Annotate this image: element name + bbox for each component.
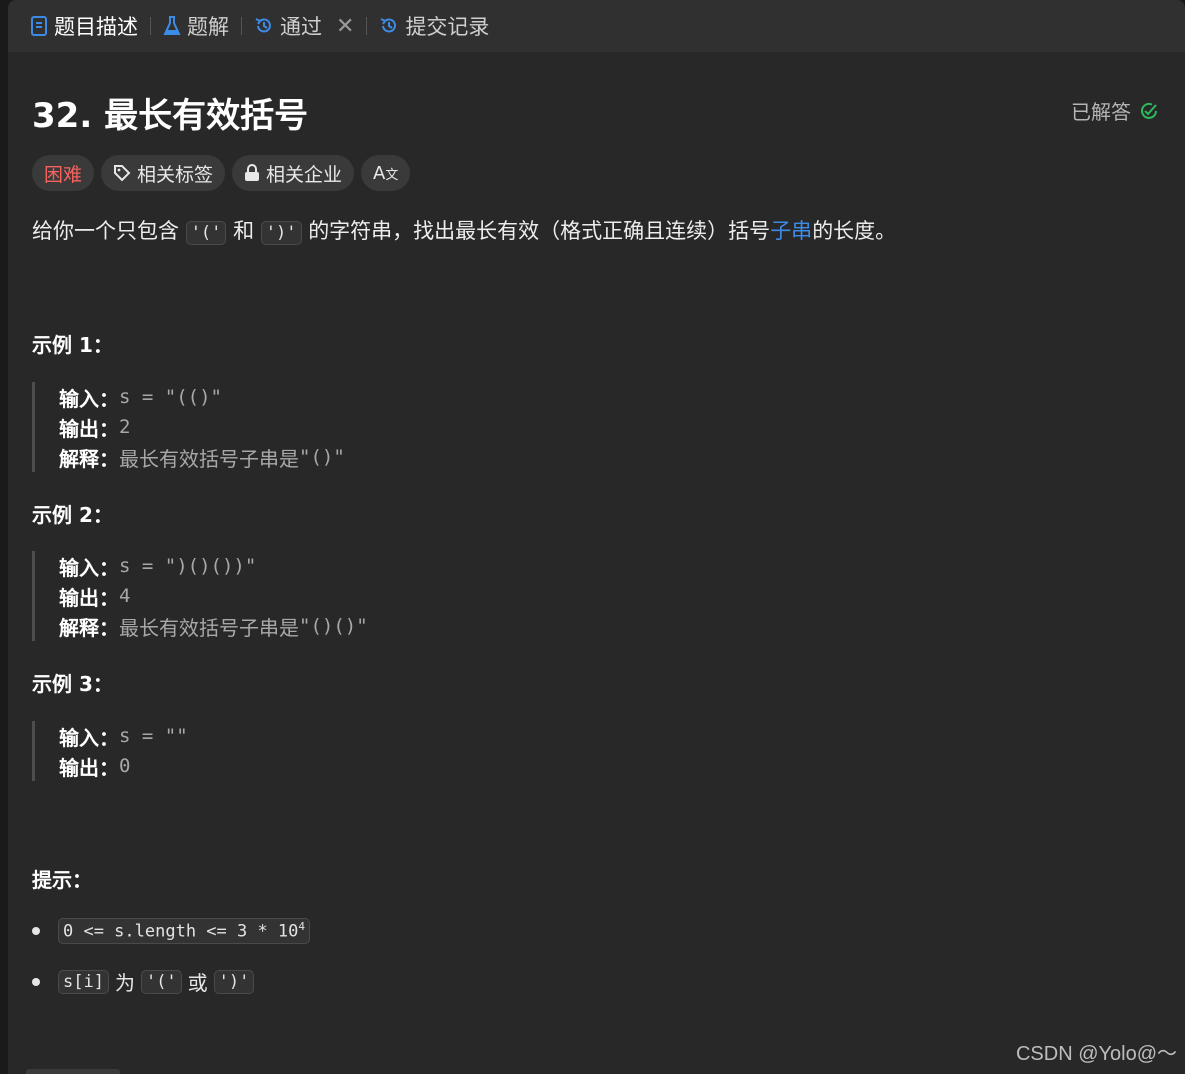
document-icon	[30, 16, 48, 36]
example-1-block: 输入： s = "(()" 输出： 2 解释： 最长有效括号子串是 "()"	[32, 382, 345, 472]
companies-button[interactable]: 相关企业	[232, 155, 355, 191]
example-explanation: 解释： 最长有效括号子串是 "()()"	[59, 615, 368, 640]
tab-divider	[241, 17, 242, 35]
topic-tags-button[interactable]: 相关标签	[101, 155, 226, 191]
tab-label: 提交记录	[405, 15, 490, 39]
inline-code: '('	[185, 221, 227, 245]
constraint-item: s[i] 为 '(' 或 ')'	[32, 967, 255, 996]
example-1-title: 示例 1：	[32, 333, 113, 357]
bullet-dot	[32, 977, 40, 986]
history-icon	[379, 16, 399, 36]
problem-description: 给你一个只包含 '(' 和 ')' 的字符串，找出最长有效（格式正确且连续）括号…	[32, 219, 897, 245]
example-3-block: 输入： s = "" 输出： 0	[32, 721, 188, 781]
inline-code: ')'	[213, 969, 255, 994]
tab-description[interactable]: 题目描述	[30, 11, 138, 41]
inline-code: s[i]	[58, 969, 109, 994]
example-2-block: 输入： s = ")()())" 输出： 4 解释： 最长有效括号子串是 "()()"	[32, 551, 368, 641]
inline-code: ')'	[260, 221, 302, 245]
tab-submissions[interactable]: 提交记录	[379, 11, 489, 41]
companies-label: 相关企业	[266, 163, 343, 186]
solved-status: 已解答	[1071, 96, 1159, 125]
close-icon[interactable]: ✕	[336, 14, 354, 39]
example-output: 输出： 2	[59, 416, 131, 441]
inline-code: 0 <= s.length <= 3 * 104	[58, 918, 311, 944]
difficulty-badge[interactable]: 困难	[32, 155, 95, 191]
example-2-title: 示例 2：	[32, 503, 113, 527]
substring-link[interactable]: 子串	[770, 219, 812, 243]
tab-accepted[interactable]: 通过 ✕	[254, 11, 354, 41]
hints-title: 提示：	[32, 868, 92, 892]
example-output: 输出： 4	[59, 585, 131, 610]
inline-code: '('	[140, 969, 182, 994]
tab-solutions[interactable]: 题解	[163, 11, 229, 41]
problem-title: 32. 最长有效括号	[32, 96, 309, 136]
check-circle-icon	[1139, 101, 1159, 121]
problem-panel: 32. 最长有效括号 已解答 困难 相关标签 相关企业 A文 给你一个只包含 '…	[8, 52, 1185, 1074]
example-input: 输入： s = ")()())"	[59, 555, 257, 580]
example-explanation: 解释： 最长有效括号子串是 "()"	[59, 446, 345, 471]
history-icon	[254, 16, 274, 36]
translate-button[interactable]: A文	[361, 155, 411, 191]
bottom-tab-stub	[26, 1069, 120, 1074]
watermark: CSDN @Yolo@～	[1015, 1043, 1177, 1065]
tab-divider	[150, 17, 151, 35]
tab-label: 题解	[187, 15, 229, 39]
tab-label: 通过	[280, 15, 322, 39]
bullet-dot	[32, 926, 40, 935]
tab-bar: 题目描述 题解 通过 ✕ 提交记录	[8, 0, 1185, 52]
example-output: 输出： 0	[59, 755, 131, 780]
constraint-item: 0 <= s.length <= 3 * 104	[32, 918, 311, 944]
tag-row: 困难 相关标签 相关企业 A文	[32, 155, 411, 191]
difficulty-label: 困难	[44, 163, 83, 186]
solved-label: 已解答	[1071, 100, 1131, 124]
tab-divider	[366, 17, 368, 35]
tag-icon	[113, 164, 131, 182]
flask-icon	[163, 16, 181, 36]
example-3-title: 示例 3：	[32, 672, 113, 696]
translate-icon: A文	[373, 162, 399, 184]
lock-icon	[244, 164, 260, 182]
tab-label: 题目描述	[54, 15, 138, 39]
example-input: 输入： s = "(()"	[59, 386, 222, 411]
topic-tags-label: 相关标签	[137, 163, 214, 186]
example-input: 输入： s = ""	[59, 725, 188, 750]
